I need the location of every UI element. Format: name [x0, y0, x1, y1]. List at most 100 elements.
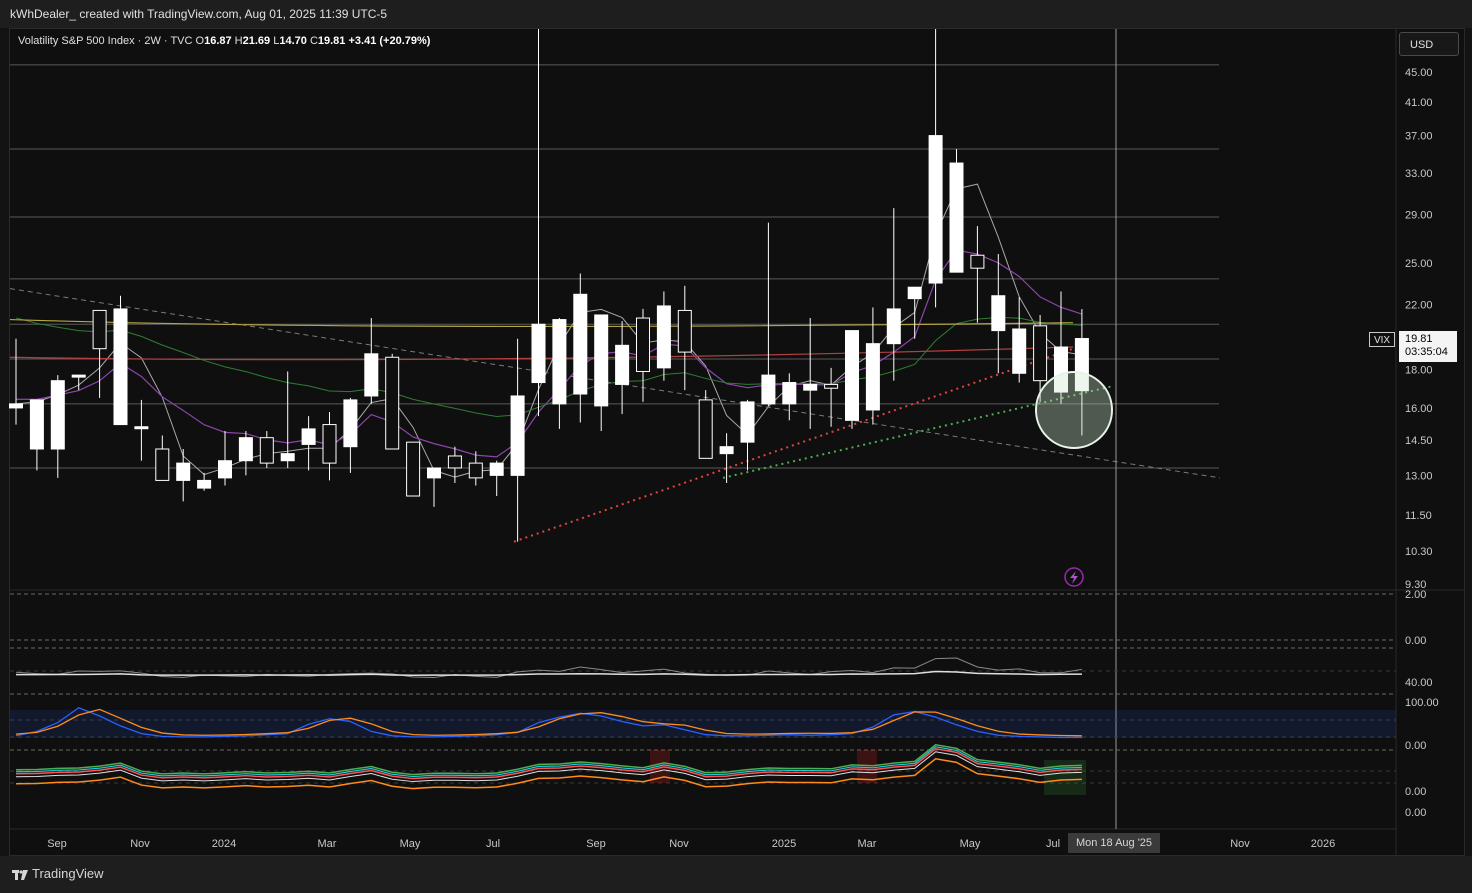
time-axis-tick: Jul — [486, 838, 500, 850]
indicator-axis-tick: 0.00 — [1405, 807, 1426, 819]
candle — [845, 330, 859, 429]
candle-body — [176, 462, 191, 481]
candle-body — [970, 254, 985, 269]
candle — [615, 321, 630, 415]
price-axis-tick: 13.00 — [1405, 470, 1433, 482]
candle — [406, 441, 421, 497]
time-axis-tick: 2026 — [1311, 838, 1335, 850]
time-axis-tick: Sep — [586, 838, 606, 850]
candle-body — [489, 462, 504, 476]
time-axis-tick: Nov — [669, 838, 689, 850]
candle-body — [301, 428, 316, 445]
candle-body — [50, 380, 65, 450]
time-axis-tick: Nov — [130, 838, 150, 850]
close-value: 19.81 — [317, 35, 346, 47]
price-axis-tick: 29.00 — [1405, 210, 1433, 222]
indicator-axis-tick: 0.00 — [1405, 740, 1426, 752]
candle-body — [447, 455, 462, 469]
candle — [594, 314, 609, 432]
candle — [907, 286, 922, 339]
symbol-legend: Volatility S&P 500 Index · 2W · TVC O16.… — [18, 35, 430, 47]
tradingview-logo[interactable]: TradingView — [12, 866, 104, 881]
candle-body — [113, 308, 128, 426]
candle — [928, 29, 943, 308]
tradingview-logo-icon — [12, 869, 28, 880]
bar-countdown: 03:35:04 — [1405, 346, 1448, 358]
candle-body — [385, 356, 400, 450]
price-axis-tick: 25.00 — [1405, 258, 1433, 270]
candle — [29, 399, 44, 471]
candle — [113, 295, 128, 426]
candle-body — [468, 462, 483, 479]
candle-body — [573, 293, 588, 395]
candle — [803, 318, 818, 429]
candle-body — [197, 479, 212, 489]
candle — [636, 308, 650, 402]
candle — [238, 431, 253, 476]
candle-body — [698, 399, 713, 459]
candle — [573, 273, 588, 423]
candle — [427, 467, 441, 507]
candle — [364, 318, 379, 404]
close-label: C — [309, 35, 318, 47]
high-label: H — [234, 35, 243, 47]
price-axis-tick: 45.00 — [1405, 67, 1433, 79]
candle — [531, 29, 546, 417]
candle — [343, 397, 358, 473]
candle — [761, 222, 776, 406]
indicator-axis-tick: 40.00 — [1405, 677, 1433, 689]
candle — [9, 338, 23, 425]
currency-button[interactable]: USD — [1399, 32, 1459, 56]
candle-body — [928, 135, 943, 284]
time-axis-tick: Mar — [858, 838, 877, 850]
candle-body — [71, 374, 86, 378]
candle — [322, 412, 337, 481]
time-axis-tick: Jul — [1046, 838, 1060, 850]
time-axis-tick: Mar — [318, 838, 337, 850]
candle — [50, 375, 65, 478]
candle — [698, 390, 713, 459]
candle — [280, 371, 295, 468]
candle-body — [92, 309, 107, 350]
symbol-name: Volatility S&P 500 Index · 2W · TVC — [18, 35, 193, 47]
candle-body — [9, 403, 23, 409]
indicator-axis-tick: 100.00 — [1405, 697, 1439, 709]
candle-body — [280, 453, 295, 462]
candle-body — [552, 319, 567, 405]
candle-body — [594, 314, 609, 407]
candle-body — [134, 426, 149, 430]
candle — [197, 472, 212, 491]
price-axis-tick: 14.50 — [1405, 435, 1433, 447]
candle-body — [155, 448, 170, 481]
time-axis-tick: Sep — [47, 838, 67, 850]
ma-medium-line — [15, 249, 1083, 458]
candle-body — [677, 309, 692, 353]
time-axis-tick: May — [400, 838, 421, 850]
time-axis-tick: 2025 — [772, 838, 796, 850]
candle-body — [636, 317, 650, 372]
candle — [656, 291, 671, 381]
candle-body — [761, 374, 776, 405]
candle-body — [510, 395, 525, 476]
candle-body — [364, 353, 379, 397]
candle-body — [740, 401, 755, 443]
candle — [385, 353, 400, 450]
price-axis-tick: 41.00 — [1405, 97, 1433, 109]
candle — [155, 435, 170, 481]
candle-body — [238, 437, 253, 462]
vix-chart-svg[interactable]: 45.00 41.00 37.00 33.00 29.00 25.00 22.00 18.00… — [0, 0, 1472, 893]
price-axis-tick: 18.00 — [1405, 365, 1433, 377]
candle-body — [782, 382, 797, 405]
candle — [259, 431, 274, 468]
symbol-tag: VIX — [1369, 332, 1395, 347]
open-label: O — [195, 35, 205, 47]
candle — [1012, 297, 1027, 383]
candle — [552, 318, 567, 429]
price-axis-tick: 33.00 — [1405, 168, 1433, 180]
highlight-circle — [1035, 370, 1113, 449]
candle-body — [949, 162, 964, 273]
candle — [218, 431, 232, 486]
candle-body — [865, 343, 880, 411]
momentum-cyan-line — [15, 746, 1082, 778]
price-axis-tick: 37.00 — [1405, 131, 1433, 143]
